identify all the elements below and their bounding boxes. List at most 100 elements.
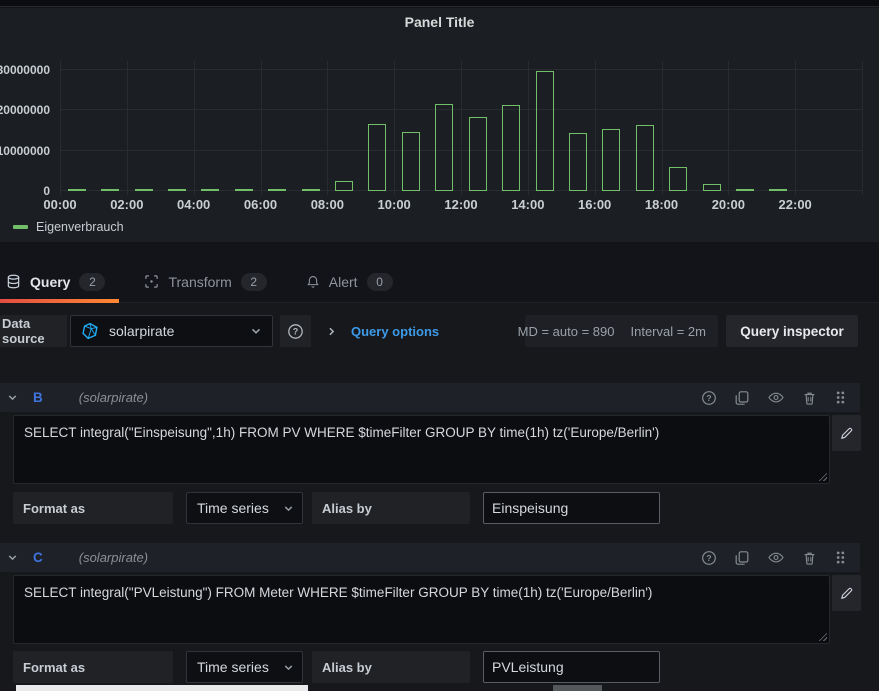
alias-by-input[interactable]: [483, 651, 660, 683]
query-help-icon[interactable]: ?: [701, 550, 717, 566]
chart-bar: [101, 189, 119, 191]
chart-bar: [68, 189, 86, 191]
gridline-vertical: [194, 61, 195, 195]
collapse-caret-icon[interactable]: [7, 552, 18, 563]
chart-bar: [703, 184, 721, 191]
x-axis-tick-label: 08:00: [297, 197, 357, 212]
x-axis-labels: 00:0002:0004:0006:0008:0010:0012:0014:00…: [0, 197, 879, 215]
chart-bar: [469, 117, 487, 191]
svg-text:?: ?: [293, 326, 299, 336]
query-options-stats: MD = auto = 890 Interval = 2m: [525, 315, 718, 347]
x-axis-tick-label: 16:00: [565, 197, 625, 212]
chart-bar: [536, 71, 554, 191]
chart-bar: [368, 124, 386, 191]
datasource-picker[interactable]: solarpirate: [70, 315, 273, 347]
x-axis-tick-label: 02:00: [97, 197, 157, 212]
chevron-down-icon: [250, 325, 262, 337]
plot-area: [60, 61, 862, 191]
gridline-vertical: [60, 61, 61, 195]
datasource-name: solarpirate: [109, 323, 174, 339]
gridline-vertical: [461, 61, 462, 195]
gridline-vertical: [662, 61, 663, 195]
toggle-edit-mode-button[interactable]: [832, 575, 861, 611]
tab-transform[interactable]: Transform 2: [138, 261, 280, 302]
chart-bar: [235, 189, 253, 191]
help-circle-icon: ?: [287, 323, 304, 340]
query-help-icon[interactable]: ?: [701, 390, 717, 406]
chart-bar: [769, 189, 787, 191]
y-axis-labels: 0100000002000000030000000: [0, 61, 54, 191]
chart-bar: [402, 132, 420, 191]
query-text-container: SELECT integral("Einspeisung",1h) FROM P…: [13, 415, 830, 484]
query-actions: ?: [701, 390, 860, 406]
x-axis-tick-label: 20:00: [698, 197, 758, 212]
tab-transform-count-badge: 2: [241, 273, 267, 291]
tab-query[interactable]: Query 2: [0, 261, 119, 302]
pencil-icon: [839, 586, 854, 601]
datasource-help-button[interactable]: ?: [280, 315, 311, 347]
format-as-select[interactable]: Time series: [186, 492, 303, 524]
tab-alert-count-badge: 0: [367, 273, 393, 291]
partially-visible-element[interactable]: [553, 685, 602, 691]
alias-by-input[interactable]: [483, 492, 660, 524]
duplicate-query-icon[interactable]: [734, 390, 750, 406]
database-icon: [6, 274, 21, 289]
format-as-select[interactable]: Time series: [186, 651, 303, 683]
chart-bar: [502, 105, 520, 191]
gridline-vertical: [728, 61, 729, 195]
alias-by-label: Alias by: [312, 651, 470, 683]
alias-by-label: Alias by: [312, 492, 470, 524]
gridline-vertical: [528, 61, 529, 195]
query-ref-id: C: [33, 550, 43, 565]
delete-query-trash-icon[interactable]: [802, 390, 817, 406]
gridline-vertical: [394, 61, 395, 195]
legend-series-marker[interactable]: [13, 225, 28, 229]
gridline-vertical: [595, 61, 596, 195]
disable-query-eye-icon[interactable]: [767, 390, 785, 405]
drag-handle-icon[interactable]: [834, 550, 847, 565]
tab-alert-label: Alert: [329, 274, 358, 290]
delete-query-trash-icon[interactable]: [802, 550, 817, 566]
y-axis-tick-label: 20000000: [0, 102, 50, 118]
x-axis-tick-label: 10:00: [364, 197, 424, 212]
query-datasource-hint: (solarpirate): [79, 550, 148, 565]
tab-query-label: Query: [30, 274, 70, 290]
query-b-sql-textarea[interactable]: SELECT integral("Einspeisung",1h) FROM P…: [14, 416, 829, 483]
query-options-label: Query options: [351, 324, 439, 339]
query-text-container: SELECT integral("PVLeistung") FROM Meter…: [13, 575, 830, 644]
query-editor-pane: Data source solarpirate ? Query options …: [0, 303, 879, 691]
disable-query-eye-icon[interactable]: [767, 550, 785, 565]
transform-icon: [144, 274, 159, 289]
gridline-vertical: [795, 61, 796, 195]
interval-stat: Interval = 2m: [630, 324, 706, 339]
bell-icon: [306, 275, 320, 289]
legend-series-label[interactable]: Eigenverbrauch: [36, 220, 124, 234]
format-as-value: Time series: [197, 659, 269, 675]
query-inspector-button[interactable]: Query inspector: [726, 315, 858, 347]
drag-handle-icon[interactable]: [834, 390, 847, 405]
x-axis-tick-label: 12:00: [431, 197, 491, 212]
y-axis-tick-label: 10000000: [0, 143, 50, 159]
query-row-header-b[interactable]: B (solarpirate) ?: [0, 383, 860, 412]
duplicate-query-icon[interactable]: [734, 550, 750, 566]
collapse-caret-icon[interactable]: [7, 392, 18, 403]
chevron-down-icon: [283, 662, 294, 673]
max-datapoints-stat: MD = auto = 890: [518, 324, 615, 339]
toggle-edit-mode-button[interactable]: [832, 415, 861, 451]
panel-title: Panel Title: [0, 14, 879, 30]
query-options-toggle[interactable]: Query options MD = auto = 890 Interval =…: [318, 315, 718, 347]
datasource-label: Data source: [0, 315, 67, 347]
visualization-panel: Panel Title 0100000002000000030000000 00…: [0, 8, 879, 242]
x-axis-tick-label: 18:00: [632, 197, 692, 212]
horizontal-scrollbar-thumb[interactable]: [16, 685, 308, 691]
x-axis-tick-label: 06:00: [231, 197, 291, 212]
query-row-header-c[interactable]: C (solarpirate) ?: [0, 543, 860, 572]
tab-query-count-badge: 2: [79, 273, 105, 291]
gridline-vertical: [261, 61, 262, 195]
query-c-sql-textarea[interactable]: SELECT integral("PVLeistung") FROM Meter…: [14, 576, 829, 643]
tab-alert[interactable]: Alert 0: [300, 261, 407, 302]
chart-bar: [636, 125, 654, 191]
query-ref-id: B: [33, 390, 43, 405]
legend: Eigenverbrauch: [13, 220, 124, 234]
chart-bar: [168, 189, 186, 191]
